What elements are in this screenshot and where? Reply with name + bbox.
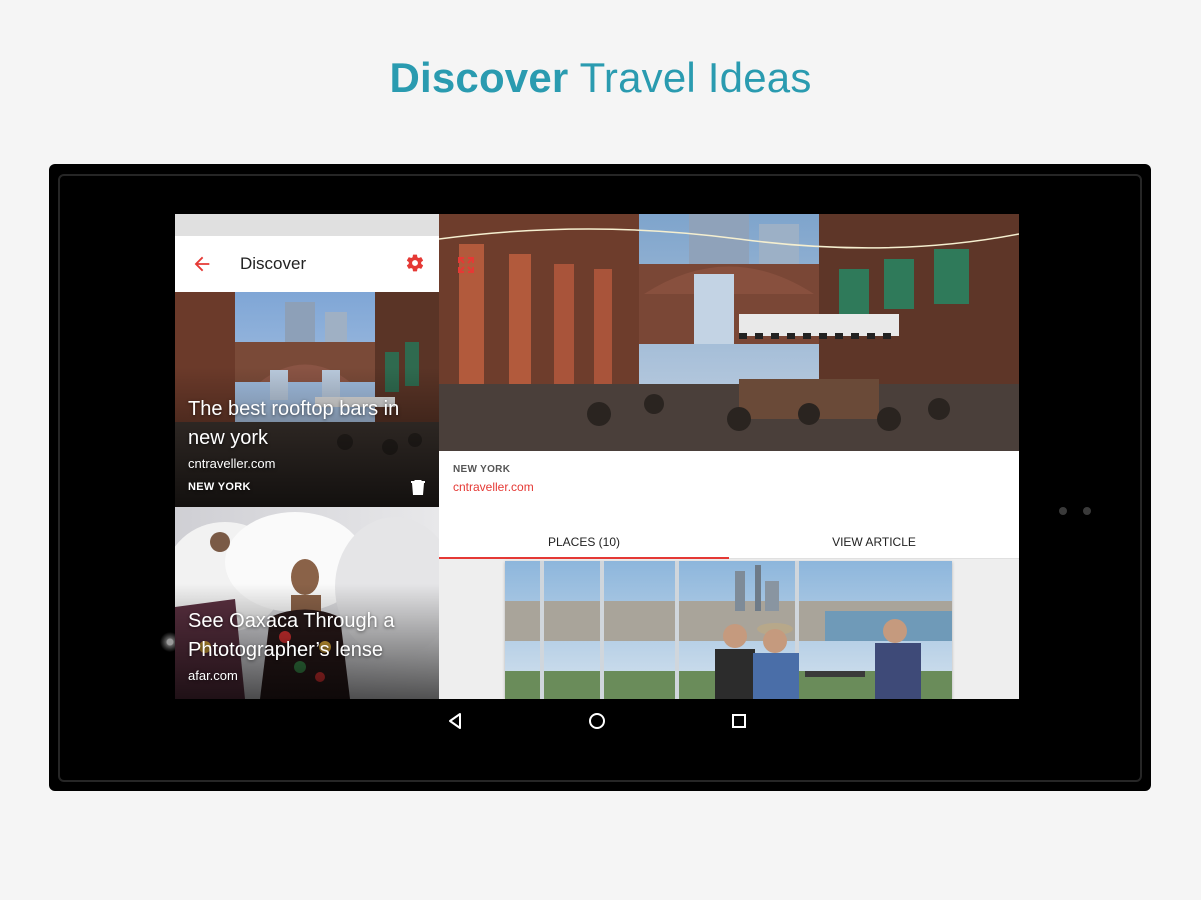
arrow-back-icon[interactable] <box>191 253 213 275</box>
tab-places[interactable]: PLACES (10) <box>439 529 729 559</box>
article-info: NEW YORK cntraveller.com PLACES (10) VIE… <box>439 451 1019 559</box>
headline-strong: Discover <box>389 54 569 101</box>
feed-card[interactable]: See Oaxaca Through a Phtotographer’s len… <box>175 507 439 699</box>
detail-panel: NEW YORK cntraveller.com PLACES (10) VIE… <box>439 214 1019 699</box>
fullscreen-icon[interactable] <box>457 256 475 274</box>
gear-icon[interactable] <box>405 253 425 273</box>
system-nav-bar <box>175 699 1019 743</box>
card-source: afar.com <box>188 668 238 683</box>
card-title: The best rooftop bars in new york <box>188 398 400 449</box>
feed-card[interactable]: The best rooftop bars in new york cntrav… <box>175 292 439 507</box>
trash-icon[interactable] <box>411 479 425 495</box>
back-icon[interactable] <box>445 711 465 731</box>
card-text: The best rooftop bars in new york cntrav… <box>188 395 428 493</box>
page-title: Discover <box>240 254 307 273</box>
app-screen: Discover The best rooftop bars in new yo… <box>175 214 1019 699</box>
rooftop-photo <box>439 214 1019 451</box>
toolbar: Discover <box>175 236 439 292</box>
headline-light: Travel Ideas <box>579 54 812 101</box>
card-text: See Oaxaca Through a Phtotographer’s len… <box>188 607 428 683</box>
card-tag: NEW YORK <box>188 481 251 493</box>
tab-view-article[interactable]: VIEW ARTICLE <box>729 529 1019 559</box>
discover-panel: Discover The best rooftop bars in new yo… <box>175 214 439 699</box>
place-card[interactable] <box>505 561 952 699</box>
sensor-dot <box>1083 507 1091 515</box>
card-source: cntraveller.com <box>188 456 276 471</box>
article-city: NEW YORK <box>453 464 511 475</box>
sensor-dot <box>1059 507 1067 515</box>
recents-icon[interactable] <box>729 711 749 731</box>
place-photo <box>505 561 952 699</box>
home-icon[interactable] <box>587 711 607 731</box>
headline: Discover Travel Ideas <box>0 54 1201 102</box>
hero-photo <box>439 214 1019 451</box>
article-source-link[interactable]: cntraveller.com <box>453 480 534 494</box>
card-title: See Oaxaca Through a Phtotographer’s len… <box>188 610 395 661</box>
tab-bar: PLACES (10) VIEW ARTICLE <box>439 529 1019 559</box>
status-bar <box>175 214 439 236</box>
